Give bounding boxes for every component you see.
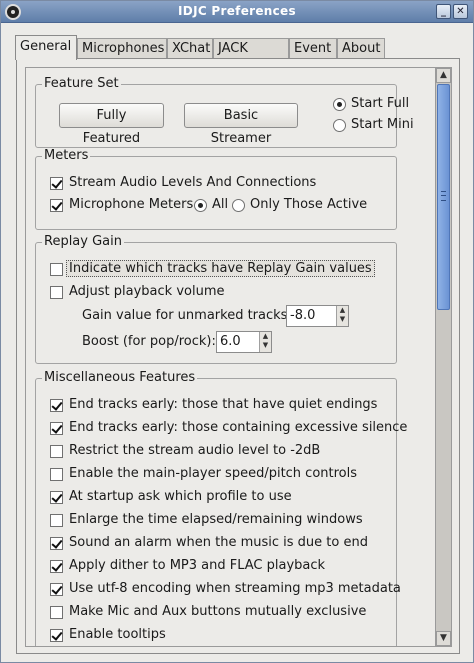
misc-option-checkbox[interactable] bbox=[50, 468, 63, 481]
misc-features-frame: Miscellaneous Features End tracks early:… bbox=[35, 370, 407, 646]
misc-option-label[interactable]: End tracks early: those containing exces… bbox=[69, 420, 407, 435]
tab-xchat[interactable]: XChat bbox=[167, 38, 213, 59]
boost-value-input[interactable]: 6.0 bbox=[220, 334, 241, 349]
misc-option-label[interactable]: Use utf-8 encoding when streaming mp3 me… bbox=[69, 581, 401, 596]
adjust-playback-checkbox[interactable] bbox=[50, 286, 63, 299]
settings-scroll-area[interactable]: Feature Set Fully Featured Basic Streame… bbox=[25, 67, 451, 647]
meters-all-radio[interactable] bbox=[194, 199, 207, 212]
window-title: IDJC Preferences bbox=[178, 4, 296, 18]
close-button[interactable]: ✕ bbox=[453, 4, 468, 19]
scrollbar-thumb[interactable] bbox=[437, 84, 450, 310]
minimize-button[interactable]: _ bbox=[436, 4, 451, 19]
meters-title: Meters bbox=[42, 148, 91, 163]
feature-set-frame: Feature Set Fully Featured Basic Streame… bbox=[35, 76, 414, 148]
stream-levels-label[interactable]: Stream Audio Levels And Connections bbox=[69, 175, 316, 190]
tab-general[interactable]: General bbox=[15, 35, 77, 60]
start-full-radio[interactable] bbox=[333, 98, 346, 111]
misc-option-label[interactable]: Enable tooltips bbox=[69, 627, 166, 642]
tab-event[interactable]: Event bbox=[289, 38, 337, 59]
title-bar[interactable]: IDJC Preferences _ ✕ bbox=[1, 1, 473, 23]
meters-only-active-radio[interactable] bbox=[232, 199, 245, 212]
misc-option-label[interactable]: Restrict the stream audio level to -2dB bbox=[69, 443, 320, 458]
tab-microphones[interactable]: Microphones bbox=[77, 38, 167, 59]
gain-value-spinner[interactable]: -8.0 ▲ ▼ bbox=[286, 305, 349, 327]
boost-spinner[interactable]: 6.0 ▲ ▼ bbox=[216, 331, 272, 353]
gain-spinner-arrows-icon[interactable]: ▲ ▼ bbox=[336, 306, 348, 326]
tab-jack-ports[interactable]: JACK Ports bbox=[213, 38, 289, 75]
replay-gain-frame: Replay Gain Indicate which tracks have R… bbox=[35, 234, 397, 364]
misc-option-checkbox[interactable] bbox=[50, 606, 63, 619]
meters-all-label[interactable]: All bbox=[212, 197, 228, 212]
misc-option-label[interactable]: Make Mic and Aux buttons mutually exclus… bbox=[69, 604, 366, 619]
indicate-replay-gain-checkbox[interactable] bbox=[50, 263, 63, 276]
misc-option-checkbox[interactable] bbox=[50, 445, 63, 458]
vertical-scrollbar[interactable]: ▲ ▼ bbox=[435, 67, 452, 647]
tab-about[interactable]: About bbox=[337, 38, 385, 59]
boost-label: Boost (for pop/rock): bbox=[82, 334, 216, 349]
meters-frame: Meters Stream Audio Levels And Connectio… bbox=[35, 148, 397, 230]
misc-option-checkbox[interactable] bbox=[50, 399, 63, 412]
start-mini-radio[interactable] bbox=[333, 119, 346, 132]
preferences-window: IDJC Preferences _ ✕ General Microphones… bbox=[0, 0, 474, 663]
misc-option-checkbox[interactable] bbox=[50, 560, 63, 573]
stream-levels-checkbox[interactable] bbox=[50, 177, 63, 190]
misc-option-checkbox[interactable] bbox=[50, 491, 63, 504]
misc-option-checkbox[interactable] bbox=[50, 629, 63, 642]
scroll-down-arrow-icon[interactable]: ▼ bbox=[436, 631, 451, 646]
mic-meters-label[interactable]: Microphone Meters bbox=[69, 197, 193, 212]
indicate-replay-gain-label[interactable]: Indicate which tracks have Replay Gain v… bbox=[66, 260, 375, 277]
adjust-playback-label[interactable]: Adjust playback volume bbox=[69, 284, 224, 299]
meters-only-active-label[interactable]: Only Those Active bbox=[250, 197, 367, 212]
misc-option-label[interactable]: Sound an alarm when the music is due to … bbox=[69, 535, 368, 550]
scroll-up-arrow-icon[interactable]: ▲ bbox=[436, 68, 451, 83]
basic-streamer-button[interactable]: Basic Streamer bbox=[184, 103, 298, 146]
misc-option-checkbox[interactable] bbox=[50, 422, 63, 435]
misc-option-checkbox[interactable] bbox=[50, 514, 63, 527]
start-mini-label[interactable]: Start Mini bbox=[351, 117, 414, 132]
misc-option-checkbox[interactable] bbox=[50, 537, 63, 550]
misc-option-label[interactable]: At startup ask which profile to use bbox=[69, 489, 292, 504]
misc-option-label[interactable]: Apply dither to MP3 and FLAC playback bbox=[69, 558, 325, 573]
general-tab-panel: Feature Set Fully Featured Basic Streame… bbox=[16, 58, 460, 654]
start-full-label[interactable]: Start Full bbox=[351, 96, 409, 111]
gain-value-input[interactable]: -8.0 bbox=[290, 308, 315, 323]
misc-option-label[interactable]: Enable the main-player speed/pitch contr… bbox=[69, 466, 357, 481]
fully-featured-button[interactable]: Fully Featured bbox=[59, 103, 164, 146]
replay-gain-title: Replay Gain bbox=[42, 234, 124, 249]
mic-meters-checkbox[interactable] bbox=[50, 199, 63, 212]
misc-option-checkbox[interactable] bbox=[50, 583, 63, 596]
misc-option-label[interactable]: Enlarge the time elapsed/remaining windo… bbox=[69, 512, 363, 527]
misc-features-title: Miscellaneous Features bbox=[42, 370, 198, 385]
gain-value-label: Gain value for unmarked tracks: bbox=[82, 308, 292, 323]
boost-spinner-arrows-icon[interactable]: ▲ ▼ bbox=[259, 332, 271, 352]
feature-set-title: Feature Set bbox=[42, 76, 121, 91]
misc-option-label[interactable]: End tracks early: those that have quiet … bbox=[69, 397, 377, 412]
